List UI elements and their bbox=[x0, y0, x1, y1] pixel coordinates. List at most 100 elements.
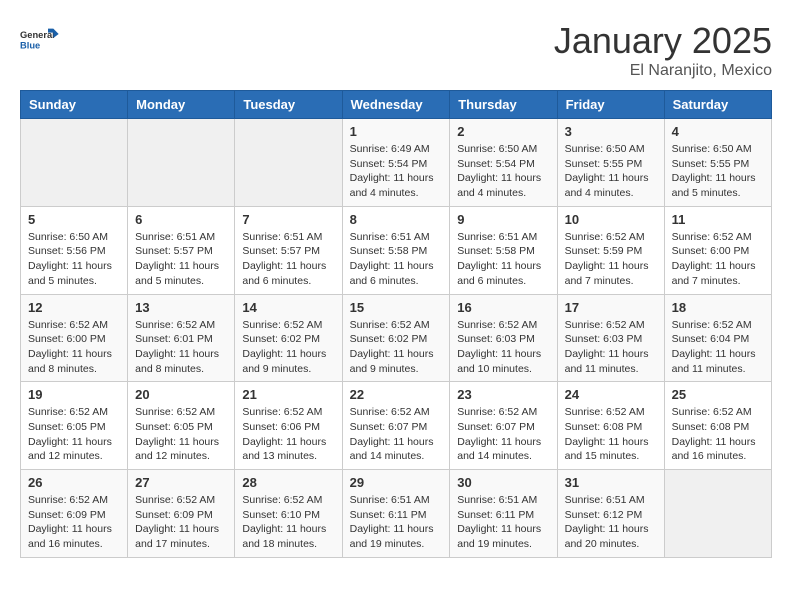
day-info: Sunrise: 6:51 AMSunset: 5:58 PMDaylight:… bbox=[457, 230, 549, 289]
calendar-day-cell: 19 Sunrise: 6:52 AMSunset: 6:05 PMDayligh… bbox=[21, 382, 128, 470]
day-number: 10 bbox=[565, 212, 657, 227]
logo-bird-icon: General Blue bbox=[20, 20, 60, 60]
calendar-day-cell: 20 Sunrise: 6:52 AMSunset: 6:05 PMDayligh… bbox=[128, 382, 235, 470]
day-number: 17 bbox=[565, 300, 657, 315]
calendar-day-cell: 26 Sunrise: 6:52 AMSunset: 6:09 PMDayligh… bbox=[21, 470, 128, 558]
calendar-day-cell: 28 Sunrise: 6:52 AMSunset: 6:10 PMDayligh… bbox=[235, 470, 342, 558]
day-number: 26 bbox=[28, 475, 120, 490]
column-header-tuesday: Tuesday bbox=[235, 91, 342, 119]
day-number: 9 bbox=[457, 212, 549, 227]
day-number: 19 bbox=[28, 387, 120, 402]
calendar-day-cell: 23 Sunrise: 6:52 AMSunset: 6:07 PMDayligh… bbox=[450, 382, 557, 470]
day-info: Sunrise: 6:52 AMSunset: 6:03 PMDaylight:… bbox=[457, 318, 549, 377]
calendar-day-cell: 14 Sunrise: 6:52 AMSunset: 6:02 PMDayligh… bbox=[235, 294, 342, 382]
day-info: Sunrise: 6:52 AMSunset: 6:05 PMDaylight:… bbox=[28, 405, 120, 464]
day-info: Sunrise: 6:52 AMSunset: 6:05 PMDaylight:… bbox=[135, 405, 227, 464]
calendar-day-cell: 31Sunrise: 6:51 AMSunset: 6:12 PMDayligh… bbox=[557, 470, 664, 558]
day-info: Sunrise: 6:52 AMSunset: 6:01 PMDaylight:… bbox=[135, 318, 227, 377]
calendar-day-cell: 9 Sunrise: 6:51 AMSunset: 5:58 PMDaylight… bbox=[450, 206, 557, 294]
calendar-week-row: 1 Sunrise: 6:49 AMSunset: 5:54 PMDaylight… bbox=[21, 119, 772, 207]
calendar-day-cell: 30 Sunrise: 6:51 AMSunset: 6:11 PMDayligh… bbox=[450, 470, 557, 558]
day-number: 15 bbox=[350, 300, 443, 315]
calendar-header-row: SundayMondayTuesdayWednesdayThursdayFrid… bbox=[21, 91, 772, 119]
calendar-day-cell: 18 Sunrise: 6:52 AMSunset: 6:04 PMDayligh… bbox=[664, 294, 771, 382]
day-number: 28 bbox=[242, 475, 334, 490]
day-number: 16 bbox=[457, 300, 549, 315]
day-number: 4 bbox=[672, 124, 764, 139]
column-header-wednesday: Wednesday bbox=[342, 91, 450, 119]
day-number: 30 bbox=[457, 475, 549, 490]
calendar-week-row: 19 Sunrise: 6:52 AMSunset: 6:05 PMDayligh… bbox=[21, 382, 772, 470]
day-info: Sunrise: 6:52 AMSunset: 6:02 PMDaylight:… bbox=[242, 318, 334, 377]
title-block: January 2025 El Naranjito, Mexico bbox=[554, 20, 772, 80]
day-number: 2 bbox=[457, 124, 549, 139]
calendar-day-cell: 24Sunrise: 6:52 AMSunset: 6:08 PMDayligh… bbox=[557, 382, 664, 470]
day-number: 5 bbox=[28, 212, 120, 227]
day-number: 22 bbox=[350, 387, 443, 402]
day-info: Sunrise: 6:49 AMSunset: 5:54 PMDaylight:… bbox=[350, 142, 443, 201]
calendar-day-cell: 11 Sunrise: 6:52 AMSunset: 6:00 PMDayligh… bbox=[664, 206, 771, 294]
calendar-day-cell bbox=[235, 119, 342, 207]
calendar-week-row: 26 Sunrise: 6:52 AMSunset: 6:09 PMDayligh… bbox=[21, 470, 772, 558]
day-info: Sunrise: 6:52 AMSunset: 6:04 PMDaylight:… bbox=[672, 318, 764, 377]
calendar-day-cell: 10 Sunrise: 6:52 AMSunset: 5:59 PMDayligh… bbox=[557, 206, 664, 294]
day-number: 7 bbox=[242, 212, 334, 227]
day-info: Sunrise: 6:51 AMSunset: 5:57 PMDaylight:… bbox=[242, 230, 334, 289]
svg-text:Blue: Blue bbox=[20, 41, 40, 51]
calendar-day-cell: 3Sunrise: 6:50 AMSunset: 5:55 PMDaylight… bbox=[557, 119, 664, 207]
calendar-day-cell bbox=[128, 119, 235, 207]
calendar-day-cell: 21Sunrise: 6:52 AMSunset: 6:06 PMDayligh… bbox=[235, 382, 342, 470]
day-info: Sunrise: 6:52 AMSunset: 6:07 PMDaylight:… bbox=[350, 405, 443, 464]
day-info: Sunrise: 6:52 AMSunset: 6:06 PMDaylight:… bbox=[242, 405, 334, 464]
calendar-day-cell: 17 Sunrise: 6:52 AMSunset: 6:03 PMDayligh… bbox=[557, 294, 664, 382]
day-info: Sunrise: 6:52 AMSunset: 6:02 PMDaylight:… bbox=[350, 318, 443, 377]
calendar-day-cell bbox=[664, 470, 771, 558]
column-header-saturday: Saturday bbox=[664, 91, 771, 119]
column-header-sunday: Sunday bbox=[21, 91, 128, 119]
day-number: 18 bbox=[672, 300, 764, 315]
day-info: Sunrise: 6:52 AMSunset: 6:00 PMDaylight:… bbox=[28, 318, 120, 377]
calendar-day-cell: 8Sunrise: 6:51 AMSunset: 5:58 PMDaylight… bbox=[342, 206, 450, 294]
day-info: Sunrise: 6:51 AMSunset: 6:11 PMDaylight:… bbox=[457, 493, 549, 552]
day-info: Sunrise: 6:51 AMSunset: 6:11 PMDaylight:… bbox=[350, 493, 443, 552]
calendar-day-cell bbox=[21, 119, 128, 207]
calendar-day-cell: 7 Sunrise: 6:51 AMSunset: 5:57 PMDaylight… bbox=[235, 206, 342, 294]
column-header-friday: Friday bbox=[557, 91, 664, 119]
day-info: Sunrise: 6:52 AMSunset: 6:10 PMDaylight:… bbox=[242, 493, 334, 552]
day-info: Sunrise: 6:52 AMSunset: 6:09 PMDaylight:… bbox=[135, 493, 227, 552]
day-info: Sunrise: 6:52 AMSunset: 5:59 PMDaylight:… bbox=[565, 230, 657, 289]
day-info: Sunrise: 6:50 AMSunset: 5:55 PMDaylight:… bbox=[672, 142, 764, 201]
calendar-day-cell: 1 Sunrise: 6:49 AMSunset: 5:54 PMDaylight… bbox=[342, 119, 450, 207]
calendar-table: SundayMondayTuesdayWednesdayThursdayFrid… bbox=[20, 90, 772, 558]
calendar-day-cell: 13Sunrise: 6:52 AMSunset: 6:01 PMDayligh… bbox=[128, 294, 235, 382]
day-info: Sunrise: 6:52 AMSunset: 6:09 PMDaylight:… bbox=[28, 493, 120, 552]
column-header-thursday: Thursday bbox=[450, 91, 557, 119]
day-info: Sunrise: 6:51 AMSunset: 5:57 PMDaylight:… bbox=[135, 230, 227, 289]
day-number: 12 bbox=[28, 300, 120, 315]
day-info: Sunrise: 6:52 AMSunset: 6:03 PMDaylight:… bbox=[565, 318, 657, 377]
calendar-day-cell: 22 Sunrise: 6:52 AMSunset: 6:07 PMDayligh… bbox=[342, 382, 450, 470]
day-number: 3 bbox=[565, 124, 657, 139]
day-info: Sunrise: 6:52 AMSunset: 6:08 PMDaylight:… bbox=[565, 405, 657, 464]
day-info: Sunrise: 6:52 AMSunset: 6:07 PMDaylight:… bbox=[457, 405, 549, 464]
day-info: Sunrise: 6:52 AMSunset: 6:00 PMDaylight:… bbox=[672, 230, 764, 289]
calendar-day-cell: 12 Sunrise: 6:52 AMSunset: 6:00 PMDayligh… bbox=[21, 294, 128, 382]
day-number: 20 bbox=[135, 387, 227, 402]
calendar-day-cell: 6Sunrise: 6:51 AMSunset: 5:57 PMDaylight… bbox=[128, 206, 235, 294]
day-number: 11 bbox=[672, 212, 764, 227]
calendar-day-cell: 15 Sunrise: 6:52 AMSunset: 6:02 PMDayligh… bbox=[342, 294, 450, 382]
day-number: 14 bbox=[242, 300, 334, 315]
day-number: 31 bbox=[565, 475, 657, 490]
calendar-day-cell: 4 Sunrise: 6:50 AMSunset: 5:55 PMDaylight… bbox=[664, 119, 771, 207]
day-number: 25 bbox=[672, 387, 764, 402]
day-number: 23 bbox=[457, 387, 549, 402]
month-title: January 2025 bbox=[554, 20, 772, 62]
logo: General Blue bbox=[20, 20, 60, 60]
calendar-day-cell: 29 Sunrise: 6:51 AMSunset: 6:11 PMDayligh… bbox=[342, 470, 450, 558]
calendar-week-row: 12 Sunrise: 6:52 AMSunset: 6:00 PMDayligh… bbox=[21, 294, 772, 382]
day-number: 1 bbox=[350, 124, 443, 139]
day-number: 29 bbox=[350, 475, 443, 490]
location-title: El Naranjito, Mexico bbox=[554, 62, 772, 80]
day-info: Sunrise: 6:50 AMSunset: 5:56 PMDaylight:… bbox=[28, 230, 120, 289]
calendar-day-cell: 2Sunrise: 6:50 AMSunset: 5:54 PMDaylight… bbox=[450, 119, 557, 207]
